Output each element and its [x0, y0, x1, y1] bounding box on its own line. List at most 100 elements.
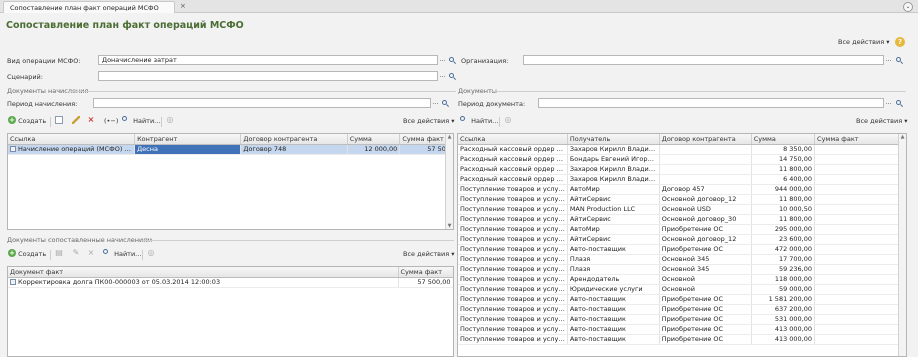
operation-type-select-button[interactable]: ...	[439, 55, 446, 64]
documents-table[interactable]: Ссылка Получатель Договор контрагента Су…	[457, 133, 907, 357]
table-row[interactable]: Поступление товаров и услуг ... Арендодат…	[458, 274, 906, 285]
table-row[interactable]: Расходный кассовый ордер УК... Захаров Ки…	[458, 164, 906, 175]
table-cell	[814, 234, 906, 245]
organization-field[interactable]	[523, 55, 884, 65]
table-row[interactable]: Поступление товаров и услуг ... Авто-пост…	[458, 324, 906, 335]
col-header[interactable]: Сумма	[751, 134, 816, 145]
col-header[interactable]: Получатель	[567, 134, 660, 145]
scenario-search-icon[interactable]	[448, 72, 457, 81]
bottom-delete-button[interactable]: ×	[87, 249, 95, 260]
operation-type-search-icon[interactable]	[448, 56, 457, 65]
help-icon[interactable]: ?	[895, 37, 905, 47]
scrollbar[interactable]: ▲	[898, 134, 906, 356]
bottom-copy-button[interactable]: ▤	[55, 249, 63, 260]
table-cell	[814, 244, 906, 255]
left-edit-button[interactable]	[72, 116, 80, 127]
table-row[interactable]: Поступление товаров и услуг ... Юридическ…	[458, 284, 906, 295]
scenario-select-button[interactable]: ...	[439, 71, 446, 80]
bottom-cancel-search-button[interactable]: ◎	[147, 249, 155, 260]
right-find-label: Найти...	[471, 117, 499, 125]
bottom-edit-button[interactable]: ✎	[72, 249, 80, 260]
tab-close-icon[interactable]: ×	[180, 2, 186, 10]
right-find-button[interactable]: Найти...	[460, 115, 499, 127]
accrual-docs-table[interactable]: Ссылка Контрагент Договор контрагента Су…	[7, 133, 454, 230]
accrual-period-search-icon[interactable]	[441, 99, 450, 108]
table-row[interactable]: Поступление товаров и услуг ... АйтиСерви…	[458, 194, 906, 205]
matched-docs-table[interactable]: Документ факт Сумма факт Корректировка д…	[7, 266, 454, 357]
right-all-actions-button[interactable]: Все действия ▾	[856, 116, 907, 127]
organization-search-icon[interactable]	[895, 56, 904, 65]
table-row[interactable]: Начисление операций (МСФО) 00... Десна Д…	[8, 144, 453, 155]
table-row[interactable]: Поступление товаров и услуг ... Плазя Осно…	[458, 254, 906, 265]
operation-type-field[interactable]: Доначисление затрат	[98, 55, 438, 65]
col-header[interactable]: Ссылка	[8, 134, 136, 145]
matched-docs-group-title: Документы сопоставленные начислениям	[7, 236, 153, 244]
table-cell: 6 400,00	[751, 174, 816, 185]
col-header[interactable]: Сумма факт	[398, 267, 453, 278]
table-row[interactable]: Поступление товаров и услуг ... Авто-пост…	[458, 304, 906, 315]
table-cell: Поступление товаров и услуг ...	[458, 274, 568, 285]
page-title: Сопоставление план факт операций МСФО	[6, 20, 244, 31]
table-row[interactable]: Корректировка долга ПК00-000003 от 05.03…	[8, 277, 453, 288]
doc-period-select-button[interactable]: ...	[885, 98, 892, 107]
table-row[interactable]: Расходный кассовый ордер УК... Захаров Ки…	[458, 174, 906, 185]
table-row[interactable]: Поступление товаров и услуг ... Авто-пост…	[458, 314, 906, 325]
scroll-down-icon[interactable]: ▼	[446, 223, 453, 229]
table-cell: Расходный кассовый ордер УК...	[458, 174, 568, 185]
accrual-period-select-button[interactable]: ...	[432, 98, 439, 107]
doc-period-search-icon[interactable]	[895, 99, 904, 108]
accrual-period-field[interactable]	[93, 98, 431, 108]
left-copy-button[interactable]	[55, 116, 63, 127]
table-cell: Авто-поставщик	[567, 244, 660, 255]
table-row[interactable]: Поступление товаров и услуг ... Авто-пост…	[458, 294, 906, 305]
circle-chevron-icon[interactable]: ⌄	[903, 2, 913, 12]
table-cell: Поступление товаров и услуг ...	[458, 194, 568, 205]
table-cell: Авто-поставщик	[567, 294, 660, 305]
table-row[interactable]: Расходный кассовый ордер УК... Бондарь Ев…	[458, 154, 906, 165]
table-cell: АвтоМир	[567, 224, 660, 235]
right-cancel-search-button[interactable]: ◎	[504, 116, 512, 127]
left-link-button[interactable]: (•−)	[104, 116, 118, 127]
bottom-create-button[interactable]: + Создать	[8, 249, 46, 260]
table-cell: Поступление товаров и услуг ...	[458, 184, 568, 195]
table-row[interactable]: Расходный кассовый ордер УК... Захаров Ки…	[458, 144, 906, 155]
col-header[interactable]: Документ факт	[8, 267, 399, 278]
scrollbar[interactable]: ▲ ▼	[445, 134, 453, 229]
tab-active[interactable]: Сопоставление план факт операций МСФО	[3, 1, 175, 13]
bottom-create-label: Создать	[18, 250, 47, 258]
table-cell: 57 500,00	[398, 277, 453, 288]
organization-select-button[interactable]: ...	[885, 55, 892, 64]
table-row[interactable]: Поступление товаров и услуг ... АвтоМир Пр…	[458, 224, 906, 235]
bottom-find-button[interactable]: Найти...	[103, 248, 141, 260]
left-find-button[interactable]: Найти...	[122, 115, 160, 127]
scenario-field[interactable]	[98, 71, 438, 81]
table-cell: Поступление товаров и услуг ...	[458, 324, 568, 335]
table-row[interactable]: Поступление товаров и услуг ... MAN Produ…	[458, 204, 906, 215]
left-delete-button[interactable]: ×	[87, 116, 95, 127]
left-create-button[interactable]: + Создать	[8, 116, 46, 127]
left-all-actions-button[interactable]: Все действия ▾	[403, 116, 454, 127]
scroll-up-icon[interactable]: ▲	[446, 134, 453, 140]
col-header[interactable]: Сумма факт	[814, 134, 906, 145]
all-actions-header-button[interactable]: Все действия ▾	[838, 37, 889, 48]
table-row[interactable]: Поступление товаров и услуг ... Авто-пост…	[458, 244, 906, 255]
table-row[interactable]: Поступление товаров и услуг ... Плазя Осно…	[458, 264, 906, 275]
table-cell: Поступление товаров и услуг ...	[458, 244, 568, 255]
table-cell: Приобретение ОС	[659, 304, 752, 315]
table-cell	[814, 324, 906, 335]
table-row[interactable]: Поступление товаров и услуг ... Авто-пост…	[458, 334, 906, 345]
table-row[interactable]: Поступление товаров и услуг ... АвтоМир До…	[458, 184, 906, 195]
col-header[interactable]: Договор контрагента	[240, 134, 348, 145]
table-row[interactable]: Поступление товаров и услуг ... АйтиСерви…	[458, 214, 906, 225]
col-header[interactable]: Ссылка	[458, 134, 568, 145]
col-header[interactable]: Сумма	[347, 134, 401, 145]
col-header[interactable]: Контрагент	[134, 134, 242, 145]
left-cancel-search-button[interactable]: ◎	[166, 116, 174, 127]
col-header[interactable]: Договор контрагента	[659, 134, 752, 145]
scroll-up-icon[interactable]: ▲	[899, 134, 906, 140]
table-cell: Поступление товаров и услуг ...	[458, 214, 568, 225]
doc-period-field[interactable]	[538, 98, 884, 108]
bottom-all-actions-button[interactable]: Все действия ▾	[403, 249, 454, 260]
table-row[interactable]: Поступление товаров и услуг ... АйтиСерви…	[458, 234, 906, 245]
table-cell: Приобретение ОС	[659, 224, 752, 235]
